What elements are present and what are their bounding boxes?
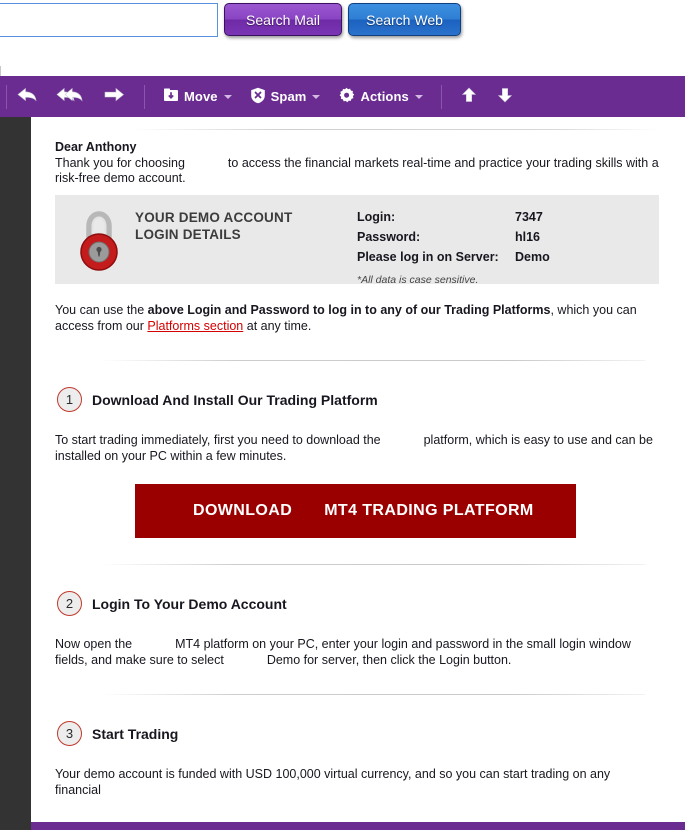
section-divider-1: [100, 360, 645, 361]
platforms-paragraph: You can use the above Login and Password…: [55, 302, 653, 334]
step-2-title: Login To Your Demo Account: [92, 595, 287, 612]
actions-label: Actions: [360, 89, 409, 104]
credential-row: Please log in on Server: Demo: [357, 249, 550, 269]
step-3-body: Your demo account is funded with USD 100…: [55, 767, 611, 797]
step-1-body-before: To start trading immediately, first you …: [55, 433, 381, 447]
download-mt4-button[interactable]: DOWNLOAD MT4 TRADING PLATFORM: [135, 484, 576, 538]
move-button[interactable]: Move: [154, 76, 241, 117]
login-details-panel: YOUR DEMO ACCOUNT LOGIN DETAILS Login: 7…: [55, 195, 659, 286]
previous-message-button[interactable]: [451, 76, 487, 117]
step-3-number: 3: [57, 721, 82, 746]
password-label: Password:: [357, 230, 421, 244]
step-3-header: 3 Start Trading: [55, 721, 660, 746]
login-value: 7347: [515, 210, 543, 224]
greeting-text: Dear Anthony: [55, 140, 137, 154]
download-button-wrapper: DOWNLOAD MT4 TRADING PLATFORM: [55, 484, 660, 538]
step-3-title: Start Trading: [92, 725, 179, 742]
step-1-number: 1: [57, 387, 82, 412]
move-label: Move: [184, 89, 218, 104]
bottom-accent-strip: [0, 822, 685, 830]
platforms-part3: at any time.: [243, 319, 312, 333]
gear-icon: [338, 87, 355, 107]
shield-spam-icon: [250, 87, 266, 107]
chevron-down-icon: [312, 94, 321, 99]
step-2-number: 2: [57, 591, 82, 616]
spam-label: Spam: [270, 89, 307, 104]
login-panel-title-line1: YOUR DEMO ACCOUNT: [135, 210, 293, 225]
step-2-body-after: Demo for server, then click the Login bu…: [266, 653, 512, 667]
message-toolbar: Move Spam Actions: [0, 76, 685, 117]
forward-button[interactable]: [93, 76, 135, 117]
search-bar-divider: [0, 66, 6, 76]
down-arrow-icon: [496, 85, 514, 108]
download-button-label-right: MT4 TRADING PLATFORM: [324, 502, 534, 519]
reply-all-arrow-icon: [56, 85, 84, 108]
intro-paragraph: Thank you for choosing to access the fin…: [55, 156, 660, 186]
up-arrow-icon: [460, 85, 478, 108]
reply-button[interactable]: [7, 76, 47, 117]
step-2-body: Now open the MT4 platform on your PC, en…: [55, 636, 653, 668]
credential-note-row: *All data is case sensitive.: [357, 269, 550, 292]
left-rail-bottom-cap: [0, 822, 31, 830]
email-body: Dear Anthony Thank you for choosing to a…: [31, 117, 685, 822]
toolbar-divider-1: [144, 84, 145, 109]
forward-arrow-icon: [102, 85, 126, 108]
credentials-table: Login: 7347 Password: hl16 Please log in…: [357, 209, 550, 292]
credential-row: Password: hl16: [357, 229, 550, 249]
step-1-header: 1 Download And Install Our Trading Platf…: [55, 387, 660, 412]
search-input[interactable]: [0, 3, 218, 37]
download-button-label-left: DOWNLOAD: [193, 502, 293, 519]
chevron-down-icon: [414, 94, 423, 99]
padlock-icon: [75, 208, 123, 272]
step-1-title: Download And Install Our Trading Platfor…: [92, 391, 378, 408]
chevron-down-icon: [223, 94, 232, 99]
login-panel-title-line2: LOGIN DETAILS: [135, 227, 241, 242]
reply-arrow-icon: [16, 85, 38, 108]
reply-all-button[interactable]: [47, 76, 93, 117]
body-top-divider: [130, 129, 660, 130]
login-panel-title: YOUR DEMO ACCOUNT LOGIN DETAILS: [135, 209, 292, 243]
case-sensitive-note: *All data is case sensitive.: [357, 274, 479, 286]
platforms-section-link[interactable]: Platforms section: [147, 319, 243, 333]
section-divider-2: [100, 564, 645, 565]
next-message-button[interactable]: [487, 76, 523, 117]
folder-move-icon: [163, 87, 179, 106]
left-rail: [0, 117, 31, 822]
search-web-button[interactable]: Search Web: [348, 3, 461, 36]
step-1-body: To start trading immediately, first you …: [55, 432, 653, 464]
password-value: hl16: [515, 230, 541, 244]
spam-button[interactable]: Spam: [241, 76, 330, 117]
search-mail-button[interactable]: Search Mail: [224, 3, 342, 36]
server-label: Please log in on Server:: [357, 250, 499, 264]
credential-row: Login: 7347: [357, 209, 550, 229]
platforms-bold: above Login and Password to log in to an…: [147, 303, 551, 317]
intro-before: Thank you for choosing: [55, 156, 185, 170]
actions-button[interactable]: Actions: [329, 76, 431, 117]
section-divider-3: [100, 694, 645, 695]
login-label: Login:: [357, 210, 396, 224]
platforms-part1: You can use the: [55, 303, 148, 317]
toolbar-divider-2: [440, 84, 442, 109]
step-2-body-before: Now open the: [55, 637, 133, 651]
step-2-header: 2 Login To Your Demo Account: [55, 591, 660, 616]
search-bar: Search Mail Search Web: [0, 0, 685, 56]
server-value: Demo: [515, 250, 550, 264]
